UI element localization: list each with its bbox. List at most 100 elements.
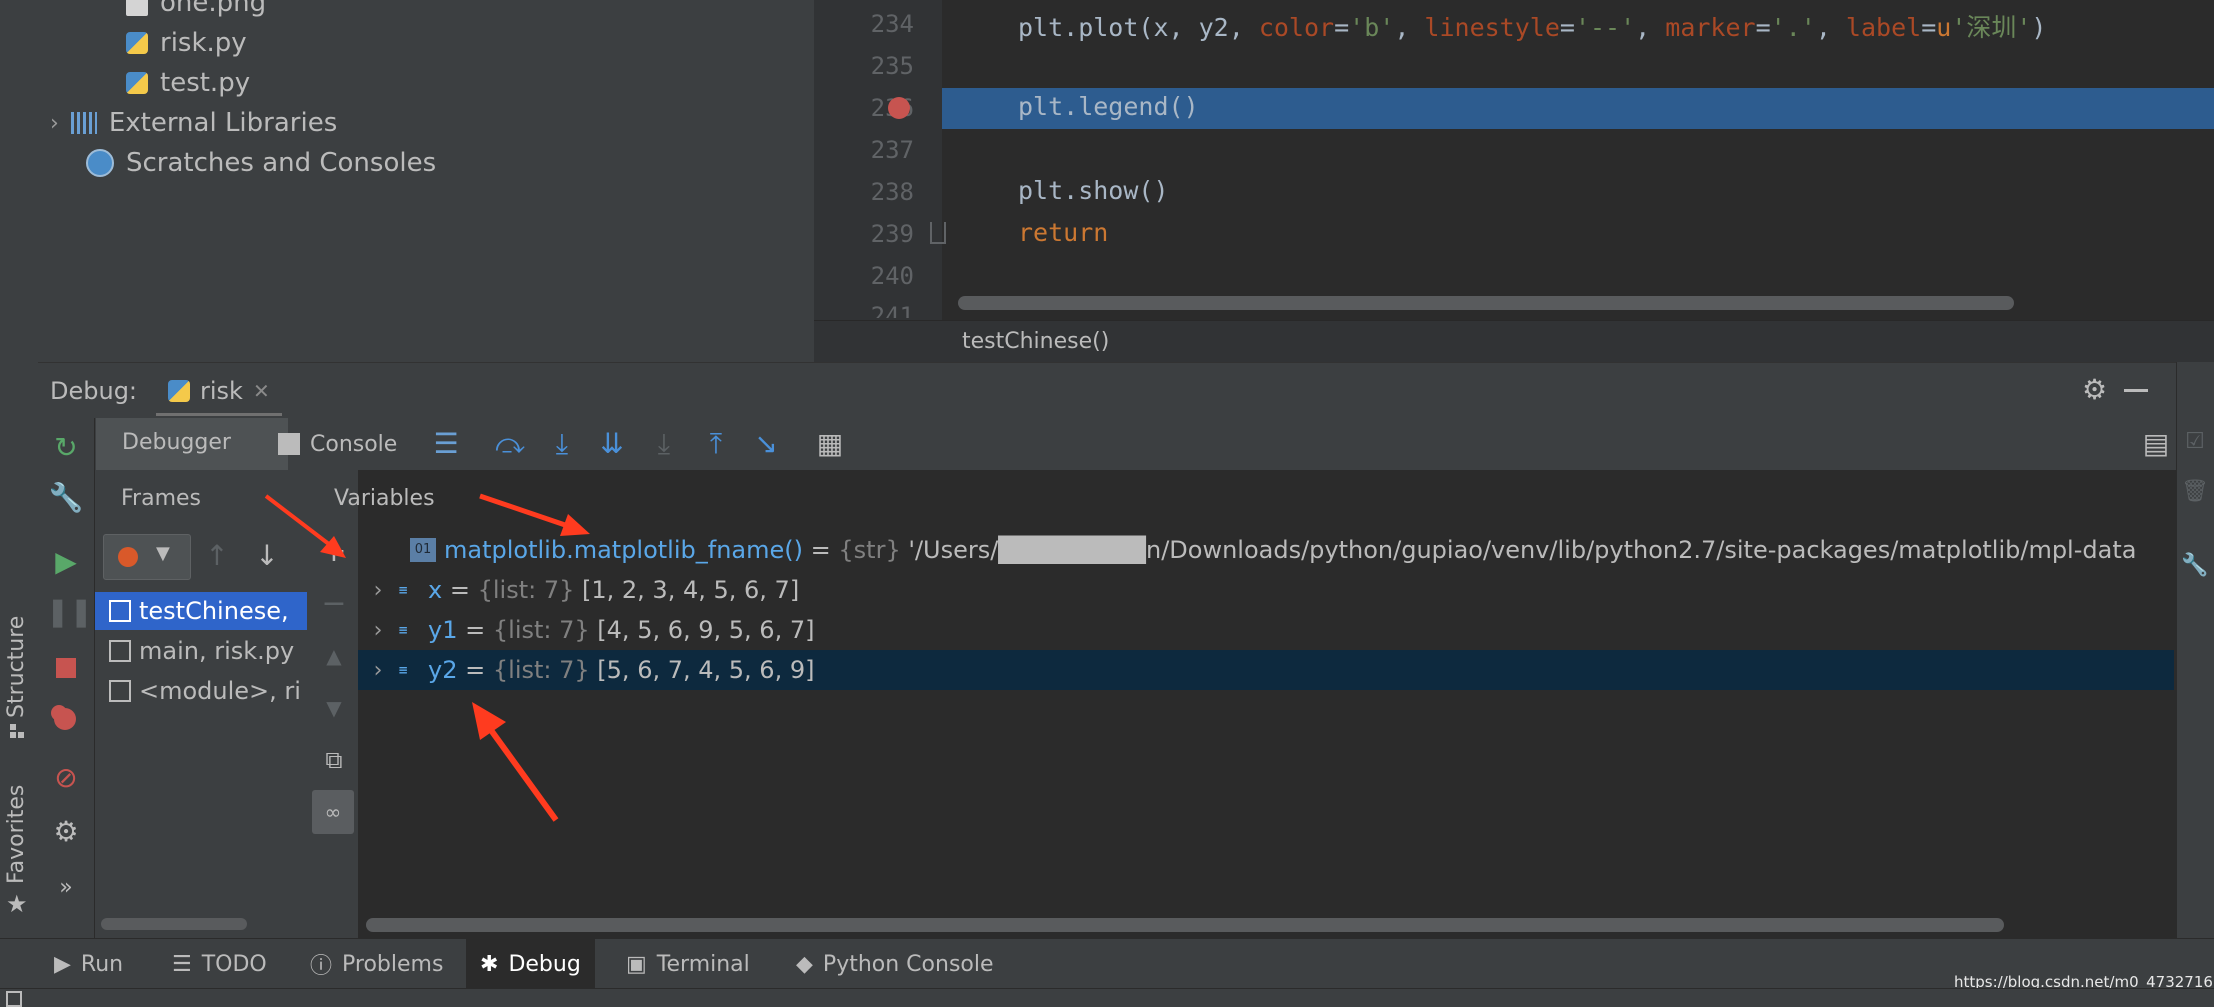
breadcrumb-function[interactable]: testChinese(): [962, 329, 1109, 354]
code-line-236: plt.legend(): [1018, 92, 1199, 121]
tab-label: Python Console: [822, 951, 994, 977]
editor-gutter[interactable]: 234 235 236 237 238 239 240 241: [814, 0, 946, 320]
frame-item[interactable]: main, risk.py: [95, 632, 307, 670]
view-breakpoints-icon[interactable]: [54, 708, 76, 730]
frames-layout-icon[interactable]: ☰: [426, 424, 466, 464]
play-icon: ▶: [54, 951, 71, 977]
tree-item-external-libraries[interactable]: › External Libraries: [50, 108, 337, 138]
wrench-icon[interactable]: 🔧: [2175, 546, 2214, 586]
variable-row-selected[interactable]: › ≡ y2 = {list: 7} [5, 6, 7, 4, 5, 6, 9]: [358, 650, 2174, 690]
rerun-icon[interactable]: ↻: [46, 428, 86, 468]
list-icon: ☰: [172, 951, 192, 977]
annotation-arrow: [479, 493, 590, 536]
step-into-my-code-icon[interactable]: ⇊: [592, 424, 632, 464]
fold-marker-icon[interactable]: [930, 222, 946, 244]
variable-equals: =: [465, 616, 486, 644]
favorites-tab[interactable]: Favorites: [4, 785, 29, 884]
tree-item-label: test.py: [160, 68, 251, 98]
debug-title: Debug:: [50, 377, 138, 405]
favorites-tab-label: Favorites: [4, 784, 29, 884]
close-icon[interactable]: ✕: [253, 379, 270, 403]
structure-tab-label: Structure: [4, 615, 29, 718]
tree-item-test-py[interactable]: test.py: [126, 68, 250, 98]
step-into-icon[interactable]: ⤓: [542, 424, 582, 464]
frame-item[interactable]: <module>, ri: [95, 672, 307, 710]
tab-debug-session[interactable]: risk ✕: [156, 369, 282, 416]
bottom-tool-bar: ▶ Run ☰ TODO ⓘ Problems ✱ Debug ▣ Termin…: [0, 938, 2214, 991]
code-line-238: plt.show(): [1018, 176, 1169, 205]
console-icon: [278, 433, 300, 455]
frame-label: testChinese,: [139, 597, 289, 625]
variable-value: [5, 6, 7, 4, 5, 6, 9]: [597, 656, 815, 684]
evaluate-expression-icon[interactable]: ▦: [810, 424, 850, 464]
line-number: 234: [870, 10, 914, 38]
frame-icon: [109, 640, 131, 662]
wrench-icon[interactable]: 🔧: [46, 478, 86, 518]
frames-scrollbar[interactable]: [101, 918, 247, 930]
show-watches-icon[interactable]: ∞: [312, 790, 354, 834]
tree-item-scratches[interactable]: Scratches and Consoles: [86, 148, 436, 178]
structure-tab[interactable]: Structure: [4, 616, 29, 718]
layout-settings-icon[interactable]: ▤: [2136, 424, 2176, 464]
project-panel: one.png risk.py test.py › External Libra…: [38, 0, 814, 362]
thread-selector[interactable]: ▼: [103, 534, 191, 580]
tab-console[interactable]: Console: [278, 418, 397, 470]
variable-name: y1: [428, 616, 458, 644]
tree-item-label: one.png: [160, 0, 267, 18]
gear-icon[interactable]: ⚙: [2082, 373, 2107, 406]
variable-row[interactable]: › ≡ x = {list: 7} [1, 2, 3, 4, 5, 6, 7]: [358, 570, 2174, 610]
frame-item[interactable]: testChinese,: [95, 592, 307, 630]
variable-value: '/Users/████████n/Downloads/python/gupia…: [908, 536, 2137, 564]
tab-terminal[interactable]: ▣ Terminal: [612, 939, 764, 989]
library-icon: [70, 112, 97, 134]
variable-value: [4, 5, 6, 9, 5, 6, 7]: [597, 616, 815, 644]
frame-label: main, risk.py: [139, 637, 295, 665]
tab-debugger[interactable]: Debugger: [96, 418, 288, 473]
tab-console-label: Console: [310, 431, 398, 457]
chevron-right-icon[interactable]: ›: [358, 578, 398, 603]
mute-breakpoints-icon[interactable]: ⊘: [46, 758, 86, 798]
step-out-icon[interactable]: ⤒: [696, 424, 736, 464]
list-type-icon: ≡: [398, 663, 409, 677]
python-icon: [168, 380, 190, 402]
tab-label: Problems: [342, 951, 444, 977]
pause-icon: ❚❚: [46, 595, 93, 628]
tab-debug[interactable]: ✱ Debug: [466, 939, 595, 989]
terminal-icon: ▣: [626, 951, 647, 977]
tab-label: Terminal: [656, 951, 750, 977]
tree-item-one-png[interactable]: one.png: [126, 0, 266, 18]
minimize-icon[interactable]: [2124, 389, 2148, 392]
tab-python-console[interactable]: ◆ Python Console: [782, 939, 1008, 989]
layout-toggle-icon[interactable]: [6, 991, 22, 1007]
copy-icon[interactable]: ⧉: [314, 740, 354, 780]
breadcrumb[interactable]: testChinese(): [814, 320, 2214, 363]
tab-problems[interactable]: ⓘ Problems: [296, 939, 457, 989]
more-icon[interactable]: »: [46, 868, 86, 908]
tab-todo[interactable]: ☰ TODO: [158, 939, 281, 989]
variables-scrollbar[interactable]: [366, 918, 2004, 932]
chevron-down-icon: ▼: [156, 543, 170, 564]
stop-icon[interactable]: [56, 658, 76, 678]
line-number: 240: [870, 262, 914, 290]
variable-row[interactable]: › ≡ y1 = {list: 7} [4, 5, 6, 9, 5, 6, 7]: [358, 610, 2174, 650]
resume-icon[interactable]: ▶: [46, 542, 86, 582]
variable-equals: =: [465, 656, 486, 684]
variable-type: {list: 7}: [492, 656, 590, 684]
variable-name: y2: [428, 656, 458, 684]
variable-equals: =: [810, 536, 831, 564]
step-over-icon[interactable]: ⤼: [490, 424, 530, 464]
settings-icon[interactable]: ⚙: [46, 812, 86, 852]
tab-run[interactable]: ▶ Run: [40, 939, 137, 989]
editor-horizontal-scrollbar[interactable]: [958, 296, 2014, 310]
variable-row[interactable]: 01 matplotlib.matplotlib_fname() = {str}…: [358, 530, 2174, 570]
frame-icon: [109, 600, 131, 622]
chevron-right-icon[interactable]: ›: [358, 658, 398, 683]
breakpoint-icon[interactable]: [888, 97, 910, 119]
variable-type: {list: 7}: [492, 616, 590, 644]
move-down-icon: ▼: [326, 696, 342, 720]
bug-icon: ✱: [480, 951, 499, 977]
tree-item-risk-py[interactable]: risk.py: [126, 28, 247, 58]
run-to-cursor-icon[interactable]: ↘: [746, 424, 786, 464]
chevron-right-icon[interactable]: ›: [358, 618, 398, 643]
code-line-234: plt.plot(x, y2, color='b', linestyle='--…: [1018, 13, 2047, 42]
